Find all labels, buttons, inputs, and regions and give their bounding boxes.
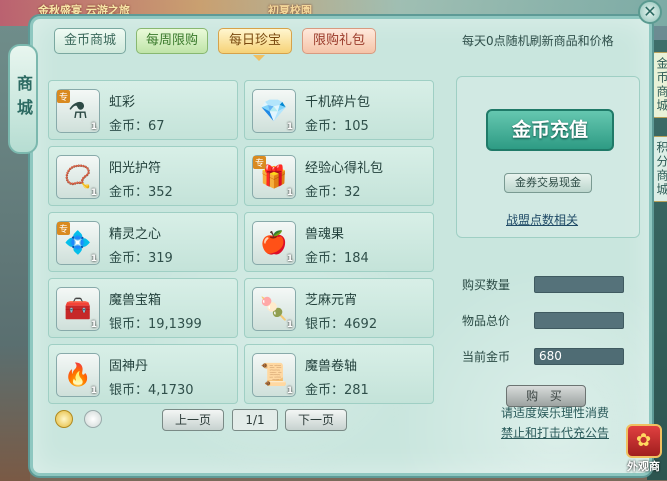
total-price-field bbox=[534, 312, 624, 329]
item-quantity: 1 bbox=[90, 254, 97, 264]
amulet-icon[interactable]: 📿 1 bbox=[56, 155, 100, 199]
item-glyph: 📿 bbox=[64, 164, 92, 190]
shard-bag-icon[interactable]: 💎 1 bbox=[252, 89, 296, 133]
active-tab-indicator bbox=[253, 55, 265, 61]
total-price-label: 物品总价 bbox=[462, 314, 511, 328]
prev-page-button[interactable]: 上一页 bbox=[162, 409, 224, 431]
item-price: 金币：67 bbox=[109, 119, 165, 134]
item-price: 金币：352 bbox=[109, 185, 173, 200]
item-name: 固神丹 bbox=[109, 359, 149, 374]
coupon-exchange-button[interactable]: 金券交易现金 bbox=[504, 173, 592, 193]
quantity-input[interactable] bbox=[534, 276, 624, 293]
item-name: 魔兽卷轴 bbox=[305, 359, 358, 374]
treasure-chest-icon[interactable]: 🧰 1 bbox=[56, 287, 100, 331]
side-tag-points-mall[interactable]: 积分商城 bbox=[652, 136, 667, 202]
pill-icon[interactable]: 🔥 1 bbox=[56, 353, 100, 397]
item-card[interactable]: 📿 1 阳光护符金币：352 bbox=[48, 146, 238, 206]
item-name: 魔兽宝箱 bbox=[109, 293, 162, 308]
item-card[interactable]: 🎁 专 1 经验心得礼包 金币：32 bbox=[244, 146, 434, 206]
toggle-icon[interactable] bbox=[84, 410, 102, 428]
item-card[interactable]: 🧰 1 魔兽宝箱银币：19,1399 bbox=[48, 278, 238, 338]
page-indicator: 1/1 bbox=[232, 409, 278, 431]
exclusive-badge: 专 bbox=[57, 90, 71, 103]
tab-daily-treasure[interactable]: 每日珍宝 bbox=[218, 28, 292, 54]
item-name: 芝麻元宵 bbox=[305, 293, 358, 308]
tab-limited-gift[interactable]: 限购礼包 bbox=[302, 28, 376, 54]
tab-gold-mall[interactable]: 金币商城 bbox=[54, 28, 126, 54]
item-glyph: 📜 bbox=[260, 362, 288, 388]
close-button[interactable]: ✕ bbox=[638, 0, 662, 24]
item-quantity: 1 bbox=[90, 188, 97, 198]
close-icon: ✕ bbox=[643, 2, 657, 21]
item-quantity: 1 bbox=[286, 188, 293, 198]
item-quantity: 1 bbox=[90, 386, 97, 396]
item-glyph: 🔥 bbox=[64, 362, 92, 388]
potion-icon[interactable]: ⚗ 专 1 bbox=[56, 89, 100, 133]
exclusive-badge: 专 bbox=[253, 156, 267, 169]
item-quantity: 1 bbox=[90, 320, 97, 330]
item-price: 银币：19,1399 bbox=[109, 317, 202, 332]
item-name: 阳光护符 bbox=[109, 161, 162, 176]
item-card[interactable]: 💠 专 1 精灵之心 金币：319 bbox=[48, 212, 238, 272]
item-card[interactable]: 🔥 1 固神丹银币：4,1730 bbox=[48, 344, 238, 404]
footer-note-spending: 请适度娱乐理性消费 bbox=[500, 406, 609, 420]
item-name: 兽魂果 bbox=[305, 227, 345, 242]
item-card[interactable]: 📜 1 魔兽卷轴金币：281 bbox=[244, 344, 434, 404]
outfit-shop-button[interactable]: ✿ 外观商 bbox=[620, 424, 667, 481]
spirit-heart-icon[interactable]: 💠 专 1 bbox=[56, 221, 100, 265]
item-name: 精灵之心 bbox=[109, 227, 162, 242]
item-quantity: 1 bbox=[286, 254, 293, 264]
gift-box-icon: ✿ bbox=[625, 424, 662, 458]
item-price: 金币：32 bbox=[305, 185, 361, 200]
item-glyph: ⚗ bbox=[68, 98, 88, 124]
item-card[interactable]: 🍎 1 兽魂果金币：184 bbox=[244, 212, 434, 272]
item-quantity: 1 bbox=[286, 386, 293, 396]
next-page-button[interactable]: 下一页 bbox=[285, 409, 347, 431]
item-price: 金币：184 bbox=[305, 251, 369, 266]
item-quantity: 1 bbox=[90, 122, 97, 132]
quantity-label: 购买数量 bbox=[462, 278, 511, 292]
gold-recharge-button[interactable]: 金币充值 bbox=[486, 109, 614, 151]
item-card[interactable]: 🍡 1 芝麻元宵银币：4692 bbox=[244, 278, 434, 338]
item-card[interactable]: ⚗ 专 1 虹彩金币：67 bbox=[48, 80, 238, 140]
gift-bag-icon[interactable]: 🎁 专 1 bbox=[252, 155, 296, 199]
zoom-icon[interactable] bbox=[55, 410, 73, 428]
item-price: 金币：281 bbox=[305, 383, 369, 398]
item-glyph: 🍡 bbox=[260, 296, 288, 322]
scroll-icon[interactable]: 📜 1 bbox=[252, 353, 296, 397]
current-gold-field: 680 bbox=[534, 348, 624, 365]
exclusive-badge: 专 bbox=[57, 222, 71, 235]
rice-ball-icon[interactable]: 🍡 1 bbox=[252, 287, 296, 331]
current-gold-label: 当前金币 bbox=[462, 350, 511, 364]
footer-note-anti-fraud[interactable]: 禁止和打击代充公告 bbox=[501, 424, 609, 441]
item-name: 经验心得礼包 bbox=[305, 161, 384, 176]
item-price: 金币：319 bbox=[109, 251, 173, 266]
item-card[interactable]: 💎 1 千机碎片包金币：105 bbox=[244, 80, 434, 140]
tab-weekly-limited[interactable]: 每周限购 bbox=[136, 28, 208, 54]
refresh-note: 每天0点随机刷新商品和价格 bbox=[462, 34, 614, 48]
item-price: 银币：4,1730 bbox=[109, 383, 194, 398]
item-glyph: 💎 bbox=[260, 98, 288, 124]
item-price: 金币：105 bbox=[305, 119, 369, 134]
item-price: 银币：4692 bbox=[305, 317, 378, 332]
item-name: 虹彩 bbox=[109, 95, 136, 110]
side-tag-gold-mall[interactable]: 金币商城 bbox=[652, 52, 667, 118]
fruit-icon[interactable]: 🍎 1 bbox=[252, 221, 296, 265]
item-glyph: 🧰 bbox=[64, 296, 92, 322]
item-quantity: 1 bbox=[286, 122, 293, 132]
outfit-shop-label: 外观商 bbox=[627, 460, 660, 473]
item-quantity: 1 bbox=[286, 320, 293, 330]
item-glyph: 🍎 bbox=[260, 230, 288, 256]
guild-points-link[interactable]: 战盟点数相关 bbox=[506, 211, 578, 228]
window-side-title: 商城 bbox=[8, 44, 38, 154]
item-name: 千机碎片包 bbox=[305, 95, 371, 110]
